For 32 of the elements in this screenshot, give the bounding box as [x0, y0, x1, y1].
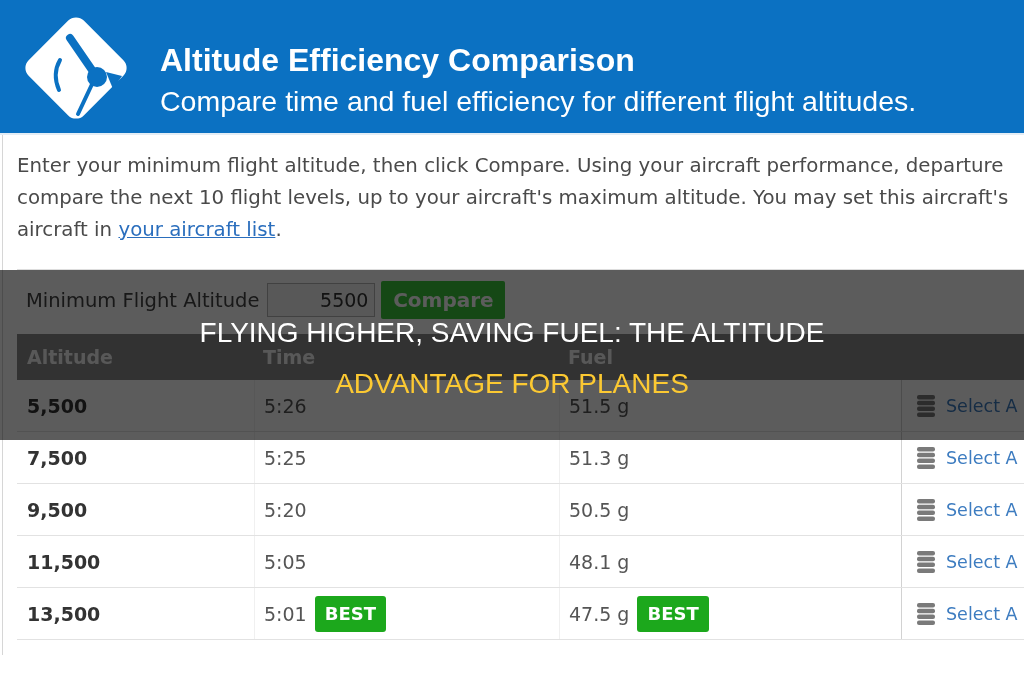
altitude-value: 7,500 [27, 446, 88, 469]
fuel-value: 51.3 g [569, 446, 630, 469]
stack-icon [917, 394, 935, 417]
select-link[interactable]: Select A [946, 551, 1018, 572]
time-value: 5:01 [264, 602, 307, 625]
altitude-value: 11,500 [27, 550, 101, 573]
select-link[interactable]: Select A [946, 603, 1018, 624]
fuel-value: 47.5 g [569, 602, 630, 625]
aircraft-list-link[interactable]: your aircraft list [118, 218, 276, 241]
best-badge: BEST [314, 595, 386, 632]
stack-icon [917, 602, 935, 625]
select-link[interactable]: Select A [946, 499, 1018, 520]
page-title: Altitude Efficiency Comparison [160, 41, 636, 80]
stack-icon [917, 446, 935, 469]
stack-icon [917, 550, 935, 573]
stack-icon [917, 498, 935, 521]
altitude-label: Minimum Flight Altitude [26, 288, 260, 312]
time-value: 5:20 [264, 498, 307, 521]
banner-headline: FLYING HIGHER, SAVING FUEL: THE ALTITUDE [199, 319, 825, 347]
fuel-value: 50.5 g [569, 498, 630, 521]
best-badge: BEST [637, 595, 709, 632]
time-value: 5:05 [264, 550, 307, 573]
intro-text: Enter your minimum flight altitude, then click Compare. Using your aircraft performance, departure compare the next 10 flight levels, up to your aircraft's maximum altitude. You may set this aircraft's aircraft in your aircraft list. [17, 153, 1010, 243]
altitude-value: 5,500 [27, 394, 88, 417]
select-link[interactable]: Select A [946, 447, 1018, 468]
time-value: 5:25 [264, 446, 307, 469]
time-value: 5:26 [264, 394, 307, 417]
altitude-value: 13,500 [27, 602, 101, 625]
fuel-value: 48.1 g [569, 550, 630, 573]
altitude-value: 9,500 [27, 498, 88, 521]
altitude-input[interactable]: 5500 [267, 283, 376, 317]
page-subtitle: Compare time and fuel efficiency for different flight altitudes. [160, 84, 917, 119]
